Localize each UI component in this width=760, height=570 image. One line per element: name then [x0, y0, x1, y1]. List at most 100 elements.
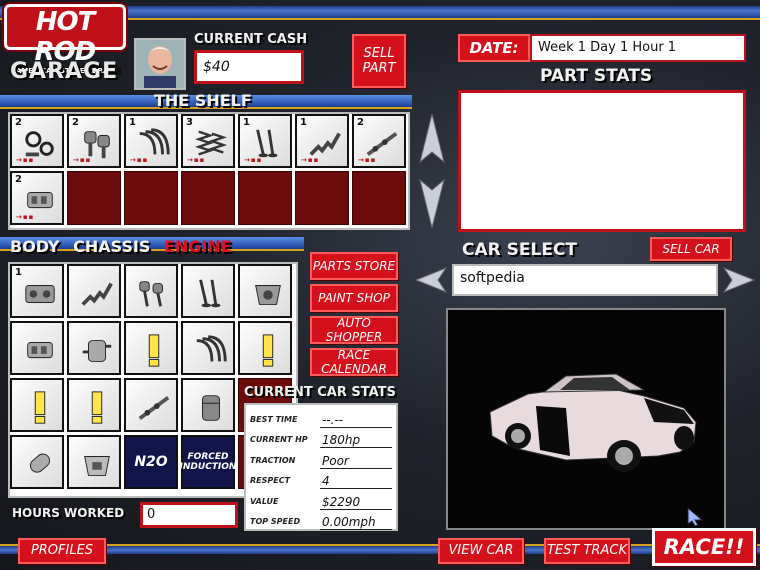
crankshaft-icon: [81, 282, 113, 306]
game-logo: HOT ROD AMERICAN STREET DRAG: [4, 4, 126, 75]
camshaft-icon: [138, 396, 170, 420]
car-select-title: CAR SELECT: [462, 240, 578, 260]
race-calendar-button[interactable]: RACE CALENDAR: [310, 348, 398, 376]
logo-title: HOT ROD: [34, 7, 97, 67]
part-stats-title: PART STATS: [540, 66, 653, 86]
inventory-slot[interactable]: 1: [10, 264, 64, 318]
shelf-grid: 2 →▪▪ 2 →▪▪ 1 →▪▪ 3 →▪▪ 1 →▪▪ 1 →▪▪ 2 →▪▪ 2 →▪▪: [8, 112, 410, 230]
parts-store-button[interactable]: PARTS STORE: [310, 252, 398, 280]
inventory-slot[interactable]: [10, 321, 64, 375]
inventory-slot[interactable]: [352, 171, 406, 225]
inventory-slot[interactable]: 2 →▪▪: [10, 171, 64, 225]
quality-dots: →▪▪: [244, 156, 263, 164]
stat-best-time: BEST TIME --.--: [250, 407, 392, 428]
stat-label: VALUE: [250, 496, 279, 506]
intake-manifold-icon: [27, 342, 53, 359]
item-quantity: 1: [129, 117, 136, 128]
inventory-slot[interactable]: [10, 435, 64, 489]
quality-dots: →▪▪: [16, 156, 35, 164]
item-quantity: 1: [300, 117, 307, 128]
inventory-slot[interactable]: [124, 264, 178, 318]
inventory-slot[interactable]: 2 →▪▪: [352, 114, 406, 168]
cash-value: $40: [194, 50, 304, 84]
stat-label: CURRENT HP: [250, 435, 308, 444]
inventory-slot[interactable]: [181, 321, 235, 375]
inventory-slot[interactable]: N2O: [124, 435, 178, 489]
tab-chassis[interactable]: CHASSIS: [73, 237, 150, 256]
auto-shopper-button[interactable]: AUTO SHOPPER: [310, 316, 398, 344]
test-track-button[interactable]: TEST TRACK: [544, 538, 630, 564]
inventory-slot[interactable]: 2 →▪▪: [67, 114, 121, 168]
stat-value: 0.00mph: [320, 515, 392, 530]
mouse-cursor-icon: [687, 506, 704, 526]
inventory-slot[interactable]: 2 →▪▪: [10, 114, 64, 168]
item-quantity: 1: [243, 117, 250, 128]
cash-label: CURRENT CASH: [194, 32, 308, 47]
stat-current-hp: CURRENT HP 180hp: [250, 428, 392, 448]
inventory-slot[interactable]: [124, 378, 178, 432]
shelf-title: THE SHELF: [154, 91, 252, 110]
item-quantity: 2: [72, 117, 79, 128]
stat-traction: TRACTION Poor: [250, 448, 392, 469]
oil-filter-icon: [202, 395, 220, 421]
stat-value: Poor: [320, 454, 392, 469]
stat-label: TRACTION: [250, 455, 296, 465]
previous-car-arrow[interactable]: [414, 266, 448, 294]
stat-respect: RESPECT 4: [250, 469, 392, 489]
race-button[interactable]: RACE!!: [652, 528, 756, 566]
quality-dots: →▪▪: [16, 213, 35, 221]
inventory-slot[interactable]: [181, 264, 235, 318]
inventory-slot[interactable]: [124, 171, 178, 225]
profiles-button[interactable]: PROFILES: [18, 538, 106, 564]
inventory-slot[interactable]: [67, 378, 121, 432]
scroll-up-arrow[interactable]: [418, 112, 446, 166]
part-stats-box: [458, 90, 746, 232]
inventory-slot[interactable]: [67, 435, 121, 489]
inventory-slot[interactable]: 1 →▪▪: [124, 114, 178, 168]
sell-part-button[interactable]: SELL PART: [352, 34, 406, 88]
inventory-slot[interactable]: [238, 171, 292, 225]
paint-shop-button[interactable]: PAINT SHOP: [310, 284, 398, 312]
item-quantity: 2: [15, 117, 22, 128]
inventory-slot[interactable]: 1 →▪▪: [295, 114, 349, 168]
car-stats-title: CURRENT CAR STATS: [244, 385, 396, 400]
exhaust-header-icon: [196, 335, 227, 362]
inventory-slot[interactable]: [67, 321, 121, 375]
car-name-field[interactable]: softpedia: [452, 264, 718, 296]
warning-icon: [91, 391, 103, 424]
inventory-slot[interactable]: [67, 171, 121, 225]
scroll-down-arrow[interactable]: [418, 176, 446, 230]
next-car-arrow[interactable]: [722, 266, 756, 294]
fuel-pump-icon: [82, 340, 112, 362]
inventory-slot[interactable]: [238, 264, 292, 318]
sell-car-button[interactable]: SELL CAR: [650, 237, 732, 261]
view-car-button[interactable]: VIEW CAR: [438, 538, 524, 564]
inventory-slot[interactable]: [124, 321, 178, 375]
hours-worked-label: HOURS WORKED: [12, 506, 125, 520]
stat-value-row: VALUE $2290: [250, 489, 392, 510]
date-value: Week 1 Day 1 Hour 1: [530, 34, 746, 62]
car-preview: [446, 308, 726, 530]
inventory-slot[interactable]: FORCED INDUCTION: [180, 435, 236, 489]
tab-body[interactable]: BODY: [10, 237, 60, 256]
inventory-slot[interactable]: [67, 264, 121, 318]
inventory-slot[interactable]: [295, 171, 349, 225]
item-quantity: 1: [15, 267, 22, 278]
quality-dots: →▪▪: [73, 156, 92, 164]
category-tabs: BODY CHASSIS ENGINE: [10, 237, 240, 256]
oil-pan-icon: [84, 456, 110, 476]
stat-label: RESPECT: [250, 476, 291, 485]
inventory-slot[interactable]: 1 →▪▪: [238, 114, 292, 168]
quality-dots: →▪▪: [301, 156, 320, 164]
quality-dots: →▪▪: [130, 156, 149, 164]
stat-top-speed: TOP SPEED 0.00mph: [250, 510, 392, 530]
inventory-slot[interactable]: [181, 171, 235, 225]
inventory-slot[interactable]: [10, 378, 64, 432]
inventory-slot[interactable]: 3 →▪▪: [181, 114, 235, 168]
stat-value: $2290: [320, 495, 392, 510]
muffler-icon: [29, 453, 51, 473]
tab-engine[interactable]: ENGINE: [164, 237, 232, 256]
inventory-slot[interactable]: [238, 321, 292, 375]
pistons-rods-icon: [139, 281, 163, 307]
inventory-slot[interactable]: [181, 378, 235, 432]
